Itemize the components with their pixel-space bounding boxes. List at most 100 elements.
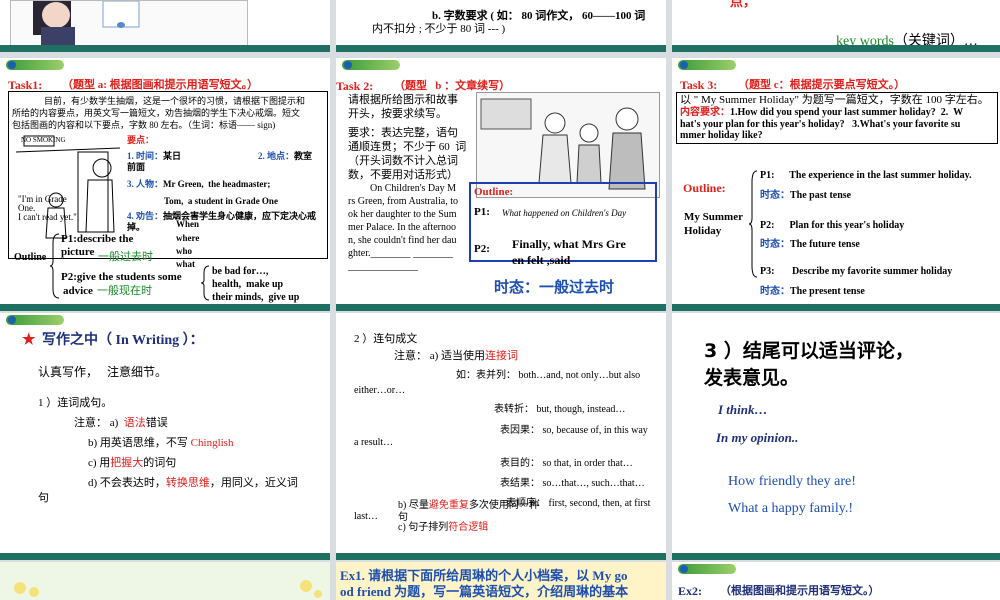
plan-p3: P3: Describe my favorite summer holiday	[760, 266, 953, 277]
example-parallel: 如：表并列： both…and, not only…but also	[456, 370, 641, 381]
example-cause-2: a result…	[354, 437, 394, 448]
connect-note-a: 注意： a) 适当使用连接词	[394, 350, 519, 362]
connect-head: 2 ）连句成文	[354, 333, 418, 345]
slide-connect-sentences[interactable]: 2 ）连句成文 注意： a) 适当使用连接词 如：表并列： both…and, …	[336, 313, 666, 553]
advice-line-1: be bad for…,	[212, 266, 269, 277]
speech-line-3: I can't read yet."	[18, 212, 77, 222]
task2-p2: P2:	[474, 243, 490, 255]
no-smoking-sign: NO SMOKING	[21, 136, 66, 144]
divider-band	[0, 553, 330, 560]
tail-text: 点，	[730, 0, 757, 9]
slide-1[interactable]	[0, 0, 330, 52]
divider-band	[672, 553, 1000, 560]
outline-p2: P2:give the students some	[61, 271, 182, 283]
ending-head-1: 3 ）结尾可以适当评论，	[704, 340, 914, 362]
divider-band	[336, 304, 666, 311]
w-who: who	[176, 246, 193, 256]
plan-t1: 时态：The past tense	[760, 190, 852, 201]
task2-p1: P1:	[474, 206, 490, 218]
story-2: rs Green, from Australia, to	[348, 196, 458, 207]
story-1: On Children's Day M	[370, 183, 456, 194]
task3-outline: Outline:	[683, 181, 726, 195]
example-exclaim-1: How friendly they are!	[728, 474, 856, 489]
story-5: n, she couldn't find her dau	[348, 235, 457, 246]
topic-1: My Summer	[684, 211, 743, 223]
slide-3[interactable]: 点， key words（关键词）…	[672, 0, 1000, 52]
slide-2[interactable]: b. 字数要求 ( 如： 80 词作文， 60——100 词 内不扣分 ; 不少…	[336, 0, 666, 52]
slide-ex2[interactable]: Ex2: （根据图画和提示用语写短文。）	[672, 562, 1000, 600]
point-place-2: 前面	[127, 162, 146, 172]
in-writing-l1: 认真写作， 注意细节。	[38, 365, 168, 379]
note-b: b) 用英语思维，不写 Chinglish	[88, 437, 234, 449]
brand-logo	[678, 60, 736, 70]
example-result: 表结果： so…that…, such…that…	[500, 478, 645, 489]
point-place: 2. 地点：教室	[258, 151, 313, 161]
plan-p1: P1: The experience in the last summer ho…	[760, 170, 972, 181]
ex1-line-1: Ex1. 请根据下面所给周琳的个人小档案，以 My go	[340, 568, 628, 583]
point-advice: 4. 劝告：抽烟会害学生身心健康，应下定决心戒	[127, 211, 317, 221]
star-icon: ★	[22, 332, 36, 348]
task1-para-3: 包括图画的内容和以下要点，字数 80 左右。（生词：标语—— sign)	[12, 120, 276, 130]
ex2-title: Ex2:	[678, 584, 702, 598]
tense-past-label: 时态：一般过去时	[494, 280, 615, 296]
task2-l5: （开头词数不计入总词	[348, 155, 458, 167]
slide-in-writing[interactable]: ★ 写作之中（ In Writing ）： 认真写作， 注意细节。 1 ）连词成…	[0, 313, 330, 553]
story-4: mer Palace. In the afternoo	[348, 222, 457, 233]
w-where: where	[176, 233, 200, 243]
tense-present: 一般现在时	[97, 285, 152, 297]
ex1-line-2: od friend 为题，写一篇英语短文，介绍周琳的基本	[340, 584, 629, 599]
slide-10[interactable]	[0, 562, 330, 600]
plan-t3: 时态：The present tense	[760, 286, 865, 297]
task3-subtitle: （题型 c：根据提示要点写短文。）	[738, 79, 906, 91]
task2-l4: 通顺连贯；不少于 60 词	[348, 141, 467, 153]
task3-l1: 以 " My Summer Holiday" 为题写一篇短文，字数在 100 字…	[680, 94, 989, 106]
task2-l3: 要求：表达完整，语句	[348, 127, 458, 139]
task1-para-2: 所给的内容要点，用英文写一篇短文，劝告抽烟的学生下决心戒烟。短文	[12, 108, 301, 118]
outline-p1b: picture	[61, 246, 95, 258]
task3-l4: mmer holiday like?	[680, 130, 763, 141]
brand-logo	[6, 60, 64, 70]
ex2-subtitle: （根据图画和提示用语写短文。）	[720, 585, 880, 597]
points-title: 要点：	[127, 135, 155, 145]
ending-head-2: 发表意见。	[704, 367, 800, 389]
word-count-note: 内不扣分 ; 不少于 80 词 --- )	[372, 23, 506, 35]
story-7: ______________	[348, 261, 418, 272]
example-contrast: 表转折： but, though, instead…	[494, 404, 626, 415]
divider-band	[336, 553, 666, 560]
brand-logo	[678, 564, 736, 574]
example-cause: 表因果： so, because of, in this way	[500, 425, 648, 436]
w-when: When	[176, 219, 200, 229]
advice-line-2: health, make up	[212, 279, 284, 290]
outline-label: Outline	[14, 252, 47, 263]
topic-2: Holiday	[684, 225, 722, 237]
task2-p2-text-2: en felt ,said	[512, 253, 571, 267]
outline-p1: P1:describe the	[61, 233, 134, 245]
slide-ending[interactable]: 3 ）结尾可以适当评论， 发表意见。 I think… In my opinio…	[672, 313, 1000, 553]
slide-task3[interactable]: Task 3: （题型 c：根据提示要点写短文。） 以 " My Summer …	[672, 58, 1000, 304]
advice-line-3: their minds, give up	[212, 292, 300, 303]
note-c: c) 用把握大的词句	[88, 457, 177, 469]
note-d-2: 句	[38, 492, 49, 504]
point-people-2: Tom, a student in Grade One	[164, 196, 278, 206]
slide-ex1[interactable]: Ex1. 请根据下面所给周琳的个人小档案，以 My go od friend 为…	[336, 562, 666, 600]
in-writing-title: 写作之中（ In Writing ）：	[42, 333, 204, 348]
task2-p1-text: What happened on Children's Day	[502, 208, 627, 218]
slide-task2[interactable]: Task 2: （题型 b ：文章续写） 请根据所给图示和故事 开头，按要求续写…	[336, 58, 666, 304]
example-exclaim-2: What a happy family.!	[728, 501, 854, 516]
brand-logo	[342, 60, 400, 70]
tense-past: 一般过去时	[98, 251, 153, 263]
note-d: d) 不会表达时，转换思维，用同义，近义词	[88, 477, 298, 489]
note-a: 注意： a) 语法错误	[74, 417, 168, 429]
story-3: ok her daughter to the Sum	[348, 209, 457, 220]
point-advice-2: 掉。	[127, 222, 146, 232]
plan-brace-icon	[748, 170, 758, 278]
task3-l2: 内容要求：1.How did you spend your last summe…	[680, 107, 964, 118]
plan-p2: P2: Plan for this year's holiday	[760, 220, 905, 231]
point-time: 1. 时间：某日	[127, 151, 182, 161]
plan-t2: 时态：The future tense	[760, 239, 860, 250]
point-people: 3. 人物：Mr Green, the headmaster;	[127, 179, 271, 189]
task2-l2: 开头，按要求续写。	[348, 108, 447, 120]
brand-logo	[6, 315, 64, 325]
phrase-i-think: I think…	[718, 402, 768, 417]
slide-task1[interactable]: Task1: （题型 a: 根据图画和提示用语写短文。） 目前，有少数学生抽烟，…	[0, 58, 330, 304]
